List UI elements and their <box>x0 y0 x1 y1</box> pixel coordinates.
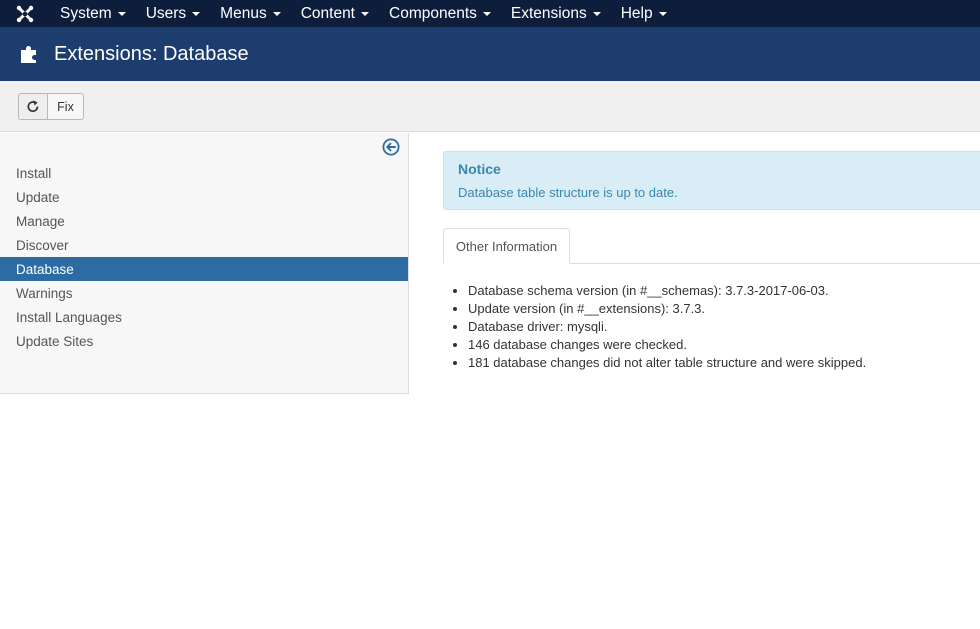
joomla-logo-icon[interactable] <box>0 0 50 27</box>
nav-menu-help[interactable]: Help <box>611 0 677 27</box>
caret-down-icon <box>658 11 667 16</box>
sidebar-item-update-sites[interactable]: Update Sites <box>0 329 408 353</box>
nav-menu-label: Components <box>389 4 477 22</box>
sidebar-item-update[interactable]: Update <box>0 185 408 209</box>
nav-menu-extensions[interactable]: Extensions <box>501 0 611 27</box>
list-item: 146 database changes were checked. <box>468 337 866 355</box>
caret-down-icon <box>117 11 126 16</box>
sidebar-item-install-languages[interactable]: Install Languages <box>0 305 408 329</box>
puzzle-piece-icon <box>21 46 36 63</box>
sidebar-menu: Install Update Manage Discover Database … <box>0 161 408 353</box>
caret-down-icon <box>192 11 201 16</box>
list-item: 181 database changes did not alter table… <box>468 355 866 373</box>
nav-menu-label: Content <box>300 4 355 22</box>
nav-menu-label: Help <box>620 4 653 22</box>
sidebar-item-warnings[interactable]: Warnings <box>0 281 408 305</box>
nav-menu-menus[interactable]: Menus <box>210 0 291 27</box>
fix-button-label: Fix <box>57 99 74 114</box>
page-header: Extensions: Database <box>0 27 980 81</box>
nav-menu-label: Menus <box>220 4 267 22</box>
sidebar-item-database[interactable]: Database <box>0 257 408 281</box>
nav-menu-content[interactable]: Content <box>291 0 379 27</box>
list-item: Database driver: mysqli. <box>468 319 866 337</box>
list-item: Update version (in #__extensions): 3.7.3… <box>468 301 866 319</box>
top-navbar: System Users Menus Content Components Ex… <box>0 0 980 27</box>
info-list: Database schema version (in #__schemas):… <box>468 283 866 373</box>
tab-other-information[interactable]: Other Information <box>443 228 570 264</box>
nav-menu-components[interactable]: Components <box>379 0 501 27</box>
caret-down-icon <box>361 11 369 16</box>
toolbar: Fix <box>0 81 980 132</box>
arrow-left-circle-icon[interactable] <box>382 138 400 156</box>
nav-menu-system[interactable]: System <box>50 0 136 27</box>
nav-menu-label: Extensions <box>510 4 587 22</box>
sidebar-item-install[interactable]: Install <box>0 161 408 185</box>
sidebar-item-manage[interactable]: Manage <box>0 209 408 233</box>
refresh-icon <box>19 94 48 119</box>
fix-button[interactable]: Fix <box>18 93 84 120</box>
notice-title: Notice <box>458 161 501 177</box>
notice-message: Database table structure is up to date. <box>458 185 678 200</box>
caret-down-icon <box>592 11 601 16</box>
caret-down-icon <box>482 11 491 16</box>
nav-menu-label: System <box>60 4 112 22</box>
sidebar-item-discover[interactable]: Discover <box>0 233 408 257</box>
sidebar: Install Update Manage Discover Database … <box>0 133 409 394</box>
nav-menu-users[interactable]: Users <box>136 0 210 27</box>
notice-alert: Notice Database table structure is up to… <box>443 151 980 210</box>
page-title: Extensions: Database <box>54 42 249 65</box>
nav-menu-label: Users <box>145 4 187 22</box>
caret-down-icon <box>272 11 281 16</box>
list-item: Database schema version (in #__schemas):… <box>468 283 866 301</box>
